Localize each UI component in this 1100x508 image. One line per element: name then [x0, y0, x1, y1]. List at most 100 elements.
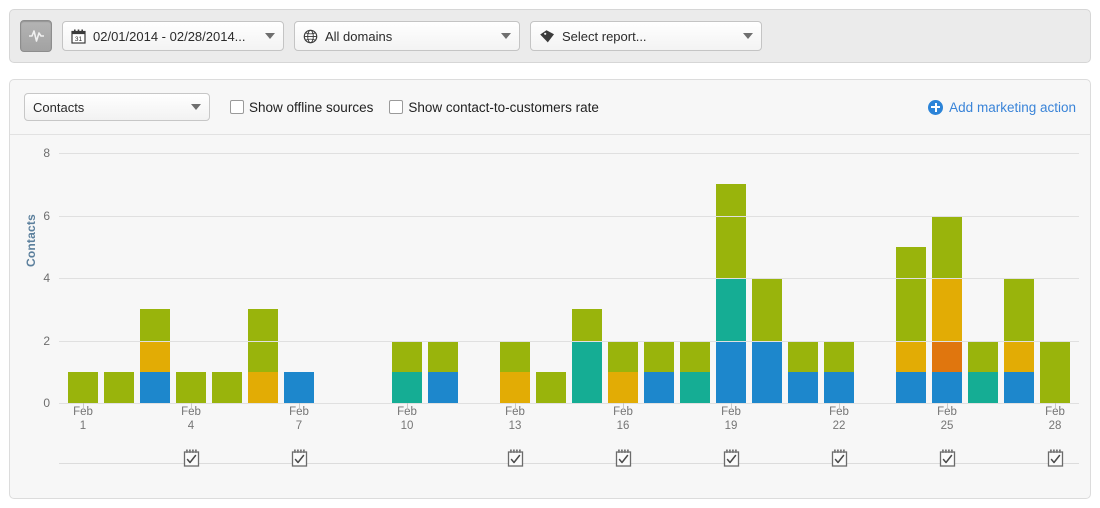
plus-circle-icon — [928, 99, 944, 115]
bar-segment-blue[interactable] — [1004, 371, 1034, 403]
bar[interactable] — [788, 340, 818, 403]
bar-segment-green[interactable] — [140, 309, 170, 341]
chart-area: Contacts 0 2 4 6 8 Feb 1 Feb 4 Feb 7 Feb 10 Feb 13 Feb 1… — [10, 135, 1090, 499]
metric-select[interactable]: Contacts — [24, 93, 210, 121]
bar[interactable] — [680, 340, 710, 403]
bar-segment-dark_orange[interactable] — [932, 340, 962, 372]
bar-segment-blue[interactable] — [284, 371, 314, 403]
bar[interactable] — [140, 309, 170, 403]
activity-chart-toggle-button[interactable] — [20, 20, 52, 52]
gridline — [59, 215, 1079, 217]
bar-segment-blue[interactable] — [140, 371, 170, 403]
bar-segment-blue[interactable] — [716, 340, 746, 403]
bar[interactable] — [968, 340, 998, 403]
checkbox-show-offline-sources[interactable]: Show offline sources — [230, 100, 373, 115]
marketing-action-calendar-icon[interactable] — [183, 448, 200, 467]
bar-segment-green[interactable] — [716, 184, 746, 278]
bar-segment-teal[interactable] — [716, 278, 746, 341]
report-dropdown[interactable]: Select report... — [530, 21, 762, 51]
bar-segment-green[interactable] — [176, 371, 206, 403]
bar[interactable] — [68, 371, 98, 403]
bar-segment-green[interactable] — [680, 340, 710, 372]
bar[interactable] — [608, 340, 638, 403]
bar[interactable] — [572, 309, 602, 403]
bar-segment-teal[interactable] — [392, 371, 422, 403]
bar-segment-green[interactable] — [212, 371, 242, 403]
date-range-dropdown[interactable]: 31 02/01/2014 - 02/28/2014... — [62, 21, 284, 51]
bar[interactable] — [428, 340, 458, 403]
bar[interactable] — [104, 371, 134, 403]
marketing-action-calendar-icon[interactable] — [291, 448, 308, 467]
marketing-action-calendar-icon[interactable] — [831, 448, 848, 467]
marketing-action-calendar-icon[interactable] — [939, 448, 956, 467]
x-axis-tickmark — [83, 403, 84, 408]
bar-segment-green[interactable] — [896, 246, 926, 341]
x-axis-tick: Feb 13 — [505, 406, 525, 432]
tag-icon — [540, 29, 554, 42]
domain-dropdown[interactable]: All domains — [294, 21, 520, 51]
bar[interactable] — [824, 340, 854, 403]
bar-segment-blue[interactable] — [752, 340, 782, 403]
bar[interactable] — [1040, 340, 1070, 403]
bar[interactable] — [392, 340, 422, 403]
bar-segment-green[interactable] — [824, 340, 854, 372]
bar-segment-blue[interactable] — [644, 371, 674, 403]
bar-segment-teal[interactable] — [572, 340, 602, 403]
bar-segment-blue[interactable] — [428, 371, 458, 403]
activity-pulse-icon — [28, 30, 44, 42]
bar-segment-blue[interactable] — [896, 371, 926, 403]
bar[interactable] — [248, 309, 278, 403]
checkbox-show-contact-to-customers-rate[interactable]: Show contact-to-customers rate — [389, 100, 599, 115]
bar-segment-green[interactable] — [608, 340, 638, 372]
x-axis-tickmark — [191, 403, 192, 408]
bar-segment-blue[interactable] — [788, 371, 818, 403]
metric-select-value: Contacts — [33, 99, 85, 115]
bar[interactable] — [896, 246, 926, 403]
bar-segment-green[interactable] — [1040, 340, 1070, 403]
marketing-action-calendar-icon[interactable] — [1047, 448, 1064, 467]
bar[interactable] — [500, 340, 530, 403]
bar-segment-green[interactable] — [572, 309, 602, 341]
chevron-down-icon — [743, 33, 753, 39]
bar-segment-green[interactable] — [428, 340, 458, 372]
bar-segment-orange[interactable] — [896, 340, 926, 372]
bar-segment-orange[interactable] — [932, 278, 962, 341]
x-axis-tick: Feb 7 — [289, 406, 309, 432]
bar-segment-green[interactable] — [104, 371, 134, 403]
bar-segment-green[interactable] — [644, 340, 674, 372]
bar-segment-green[interactable] — [68, 371, 98, 403]
x-axis-tick: Feb 28 — [1045, 406, 1065, 432]
bar-segment-orange[interactable] — [608, 371, 638, 403]
bar-segment-orange[interactable] — [1004, 340, 1034, 372]
chart-panel: Contacts Show offline sources Show conta… — [9, 79, 1091, 499]
marketing-action-calendar-icon[interactable] — [723, 448, 740, 467]
bar[interactable] — [212, 371, 242, 403]
bar-segment-green[interactable] — [536, 371, 566, 403]
bar[interactable] — [644, 340, 674, 403]
bar-segment-orange[interactable] — [500, 371, 530, 403]
marketing-action-calendar-icon[interactable] — [615, 448, 632, 467]
bar-segment-green[interactable] — [752, 278, 782, 341]
bar-segment-green[interactable] — [500, 340, 530, 372]
bar-segment-green[interactable] — [968, 340, 998, 372]
add-marketing-action-button[interactable]: Add marketing action — [928, 99, 1076, 115]
bar-segment-orange[interactable] — [140, 340, 170, 372]
bar-segment-blue[interactable] — [824, 371, 854, 403]
checkbox-box[interactable] — [230, 100, 244, 114]
bar[interactable] — [284, 371, 314, 403]
bar-segment-green[interactable] — [932, 215, 962, 278]
bar[interactable] — [536, 371, 566, 403]
bar[interactable] — [716, 184, 746, 403]
marketing-action-calendar-icon[interactable] — [507, 448, 524, 467]
bar-segment-blue[interactable] — [932, 371, 962, 403]
bar-segment-teal[interactable] — [680, 371, 710, 403]
bar-segment-green[interactable] — [788, 340, 818, 372]
bar-segment-green[interactable] — [392, 340, 422, 372]
bar-segment-green[interactable] — [1004, 278, 1034, 341]
add-marketing-action-label: Add marketing action — [949, 99, 1076, 115]
bar[interactable] — [932, 215, 962, 403]
checkbox-box[interactable] — [389, 100, 404, 114]
bar-segment-orange[interactable] — [248, 371, 278, 403]
bar-segment-teal[interactable] — [968, 371, 998, 403]
bar[interactable] — [176, 371, 206, 403]
